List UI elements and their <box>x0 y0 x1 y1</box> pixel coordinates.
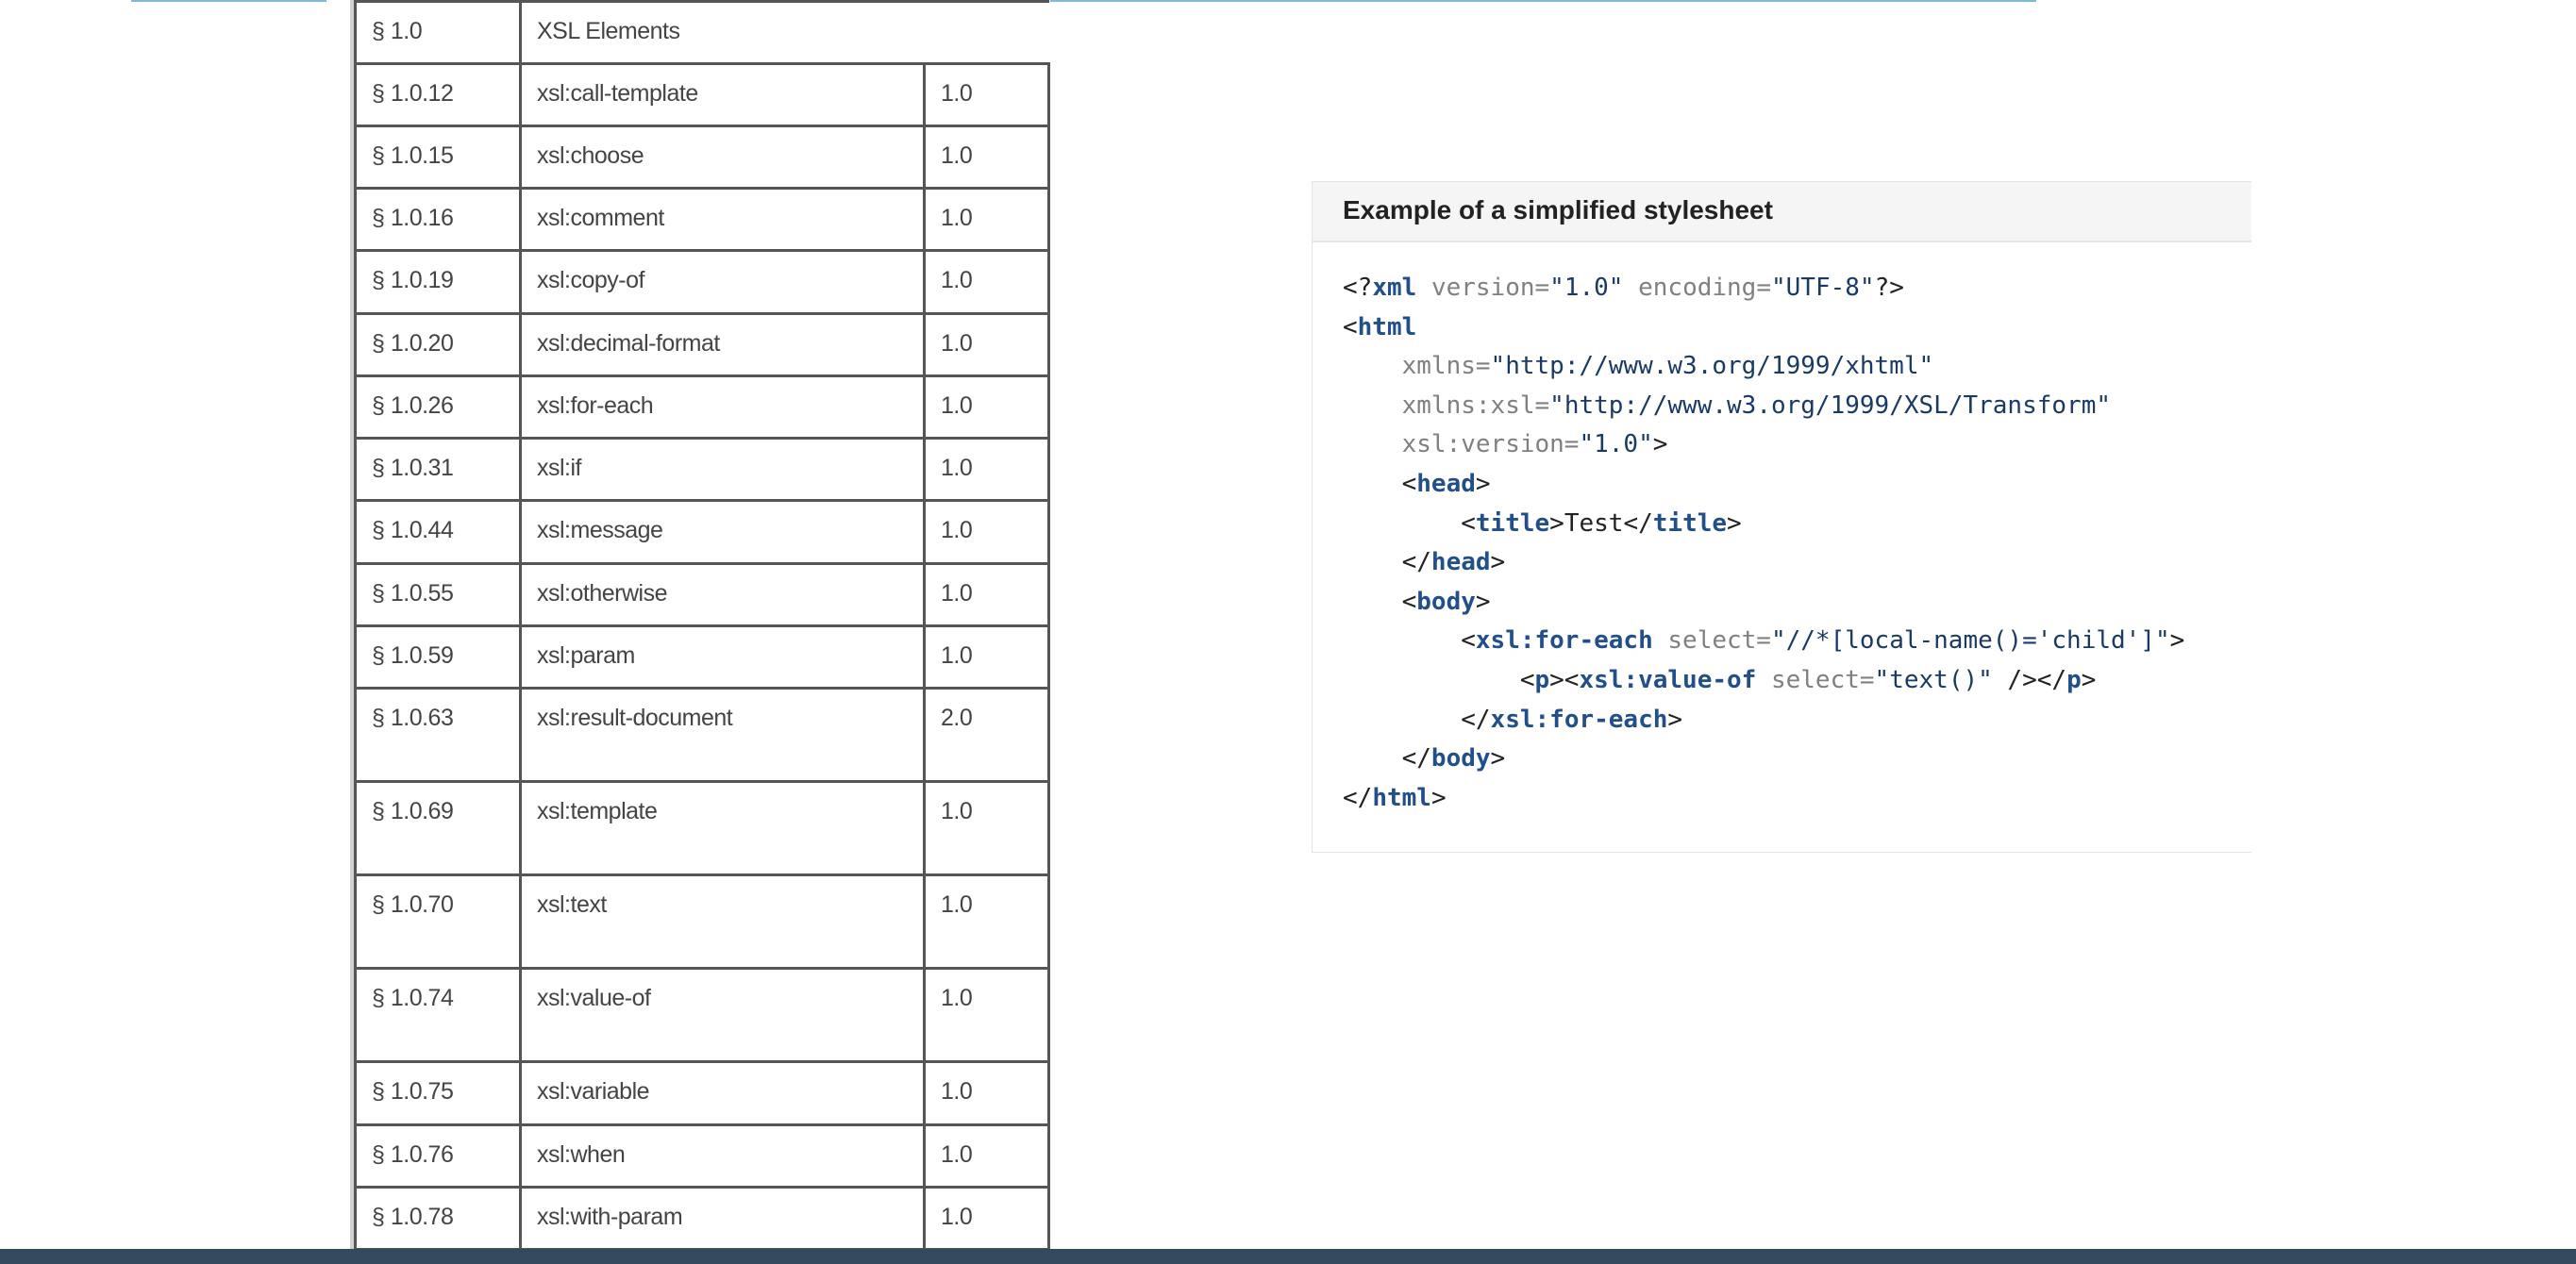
row-version: 1.0 <box>922 780 1051 876</box>
row-element-name: xsl:if <box>519 437 926 502</box>
row-element-name: xsl:with-param <box>519 1186 926 1251</box>
row-ref: § 1.0.55 <box>354 562 522 627</box>
row-version: 1.0 <box>922 312 1051 377</box>
row-ref: § 1.0.31 <box>354 437 522 502</box>
row-element-name: xsl:copy-of <box>519 249 926 315</box>
table-row: § 1.0.16 xsl:comment 1.0 <box>354 187 1051 252</box>
row-version: 1.0 <box>922 1186 1051 1251</box>
bottom-bar <box>0 1249 2576 1264</box>
row-ref: § 1.0.74 <box>354 967 522 1063</box>
xsl-elements-table: § 1.0 XSL Elements § 1.0.12 xsl:call-temp… <box>354 0 1051 1251</box>
table-row: § 1.0.75 xsl:variable 1.0 <box>354 1060 1051 1126</box>
row-ref: § 1.0.70 <box>354 873 522 970</box>
table-row: § 1.0.70 xsl:text 1.0 <box>354 873 1051 970</box>
row-version: 1.0 <box>922 967 1051 1063</box>
row-element-name: xsl:choose <box>519 125 926 190</box>
row-ref: § 1.0.12 <box>354 62 522 127</box>
row-element-name: xsl:template <box>519 780 926 876</box>
table-row: § 1.0.44 xsl:message 1.0 <box>354 499 1051 565</box>
row-element-name: xsl:for-each <box>519 374 926 440</box>
example-panel: Example of a simplified stylesheet <?xml… <box>1312 181 2251 853</box>
row-version: 1.0 <box>922 873 1051 970</box>
row-version: 1.0 <box>922 499 1051 565</box>
row-version: 1.0 <box>922 374 1051 440</box>
table-header-row: § 1.0 XSL Elements <box>354 0 1049 65</box>
row-element-name: xsl:text <box>519 873 926 970</box>
row-element-name: xsl:param <box>519 624 926 690</box>
table-row: § 1.0.55 xsl:otherwise 1.0 <box>354 562 1051 627</box>
row-ref: § 1.0.16 <box>354 187 522 252</box>
table-row: § 1.0.26 xsl:for-each 1.0 <box>354 374 1051 440</box>
table-row: § 1.0.15 xsl:choose 1.0 <box>354 125 1051 190</box>
table-row: § 1.0.12 xsl:call-template 1.0 <box>354 62 1051 127</box>
row-version: 1.0 <box>922 249 1051 315</box>
row-element-name: xsl:result-document <box>519 687 926 783</box>
row-element-name: xsl:comment <box>519 187 926 252</box>
row-ref: § 1.0.26 <box>354 374 522 440</box>
row-element-name: xsl:message <box>519 499 926 565</box>
row-ref: § 1.0.69 <box>354 780 522 876</box>
row-version: 1.0 <box>922 62 1051 127</box>
row-ref: § 1.0.19 <box>354 249 522 315</box>
table-row: § 1.0.69 xsl:template 1.0 <box>354 780 1051 876</box>
row-version: 1.0 <box>922 125 1051 190</box>
table-row: § 1.0.19 xsl:copy-of 1.0 <box>354 249 1051 315</box>
row-ref: § 1.0.20 <box>354 312 522 377</box>
row-version: 1.0 <box>922 1123 1051 1189</box>
row-version: 1.0 <box>922 562 1051 627</box>
row-element-name: xsl:otherwise <box>519 562 926 627</box>
row-element-name: xsl:value-of <box>519 967 926 1063</box>
row-element-name: xsl:variable <box>519 1060 926 1126</box>
xsl-elements-table-container: § 1.0 XSL Elements § 1.0.12 xsl:call-temp… <box>350 0 1051 1255</box>
row-ref: § 1.0.15 <box>354 125 522 190</box>
row-ref: § 1.0.63 <box>354 687 522 783</box>
table-header-title: XSL Elements <box>518 0 1049 65</box>
table-row: § 1.0.74 xsl:value-of 1.0 <box>354 967 1051 1063</box>
table-row: § 1.0.59 xsl:param 1.0 <box>354 624 1051 690</box>
table-row: § 1.0.31 xsl:if 1.0 <box>354 437 1051 502</box>
row-element-name: xsl:call-template <box>519 62 926 127</box>
code-block: <?xml version="1.0" encoding="UTF-8"?> <… <box>1343 274 2185 812</box>
row-version: 1.0 <box>922 437 1051 502</box>
row-version: 1.0 <box>922 187 1051 252</box>
row-ref: § 1.0.75 <box>354 1060 522 1126</box>
row-version: 1.0 <box>922 624 1051 690</box>
row-version: 1.0 <box>922 1060 1051 1126</box>
table-row: § 1.0.78 xsl:with-param 1.0 <box>354 1186 1051 1251</box>
table-header-ref: § 1.0 <box>354 0 521 65</box>
table-row: § 1.0.63 xsl:result-document 2.0 <box>354 687 1051 783</box>
table-row: § 1.0.20 xsl:decimal-format 1.0 <box>354 312 1051 377</box>
row-ref: § 1.0.78 <box>354 1186 522 1251</box>
row-ref: § 1.0.59 <box>354 624 522 690</box>
example-title: Example of a simplified stylesheet <box>1313 182 2251 242</box>
table-row: § 1.0.76 xsl:when 1.0 <box>354 1123 1051 1189</box>
row-element-name: xsl:decimal-format <box>519 312 926 377</box>
row-ref: § 1.0.44 <box>354 499 522 565</box>
row-ref: § 1.0.76 <box>354 1123 522 1189</box>
row-element-name: xsl:when <box>519 1123 926 1189</box>
row-version: 2.0 <box>922 687 1051 783</box>
